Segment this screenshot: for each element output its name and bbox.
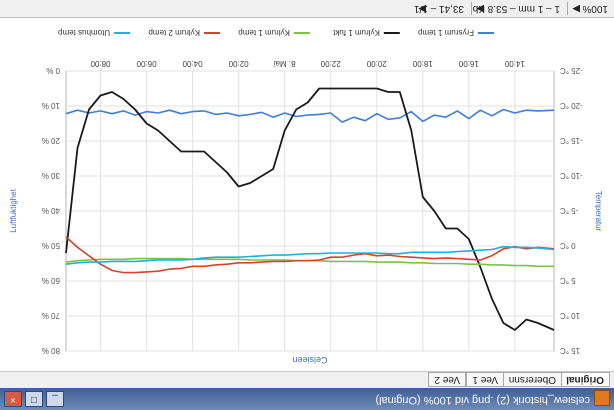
x-tick-label: 14:00 [504, 59, 525, 68]
temperature-chart: -25 °C -20 °C -15 °C -10 °C -5 °C 0 °C 5 °C 10 … [9, 28, 603, 365]
x-tick-label: 06:00 [136, 59, 157, 68]
x-tick-label: 04:00 [182, 59, 203, 68]
y-left-tick-label: -15 °C [560, 136, 583, 145]
y-left-axis-label: Temperatur [594, 191, 603, 232]
legend-entry: Frysrum 1 temp [417, 28, 474, 37]
chart-panel: -25 °C -20 °C -15 °C -10 °C -5 °C 0 °C 5 °C 10 … [0, 17, 614, 372]
x-tick-label: 20:00 [366, 59, 387, 68]
maximize-button[interactable]: □ [25, 391, 43, 407]
y-left-tick-label: -25 °C [560, 66, 583, 75]
legend-entry: Kylrum 1 fukt [332, 28, 379, 37]
y-right-tick-label: 60 % [42, 276, 60, 285]
y-right-tick-label: 50 % [42, 241, 60, 250]
x-tick-label: 8. Mai [274, 59, 296, 68]
image-info: 1 – 1 mm – 53.8 Kb [472, 3, 560, 14]
y-right-tick-label: 30 % [42, 171, 60, 180]
toolbar-divider [567, 2, 568, 15]
y-left-tick-label: -20 °C [560, 101, 583, 110]
x-tick-label: 16:00 [458, 59, 479, 68]
y-right-tick-label: 20 % [42, 136, 60, 145]
title-bar: celsiew_historik (2) .png vid 100% (Orig… [0, 388, 614, 410]
x-tick-label: 08:00 [90, 59, 111, 68]
chart-grid [65, 70, 555, 352]
y-left-tick-label: -10 °C [560, 171, 583, 180]
y-left-tick-label: 5 °C [560, 276, 576, 285]
legend-entry: Kylrum 1 temp [238, 28, 290, 37]
tab-original[interactable]: Original [560, 372, 610, 387]
y-right-axis-label: Luftfuktighet [9, 188, 18, 232]
status-toolbar: 100% ▶ 1 – 1 mm – 53.8 Kb ▶ 33,41 – 1/1 … [0, 0, 614, 18]
dropdown-arrow-icon[interactable]: ▶ [418, 2, 426, 15]
y-right-tick-label: 10 % [42, 101, 60, 110]
view-tabs: Original Oberersnn Vee 1 Vee 2 [0, 371, 614, 388]
dropdown-arrow-icon[interactable]: ▶ [476, 2, 484, 15]
legend-entry: Utomhus temp [58, 28, 111, 37]
x-tick-label: 22:00 [320, 59, 341, 68]
window-title: celsiew_historik (2) .png vid 100% (Orig… [375, 394, 590, 406]
tab-view-2[interactable]: Vee 2 [428, 372, 466, 387]
y-right-tick-label: 80 % [42, 346, 60, 355]
y-left-tick-label: -5 °C [560, 206, 579, 215]
tab-overview[interactable]: Oberersnn [502, 372, 562, 387]
chart-legend: Frysrum 1 temp Kylrum 1 fukt Kylrum 1 temp… [58, 28, 494, 37]
y-right-tick-label: 70 % [42, 311, 60, 320]
app-icon [594, 390, 610, 406]
image-viewer-window: celsiew_historik (2) .png vid 100% (Orig… [0, 0, 614, 410]
x-tick-label: 18:00 [412, 59, 433, 68]
prev-arrow-icon[interactable]: ▶ [572, 2, 580, 15]
window-controls: _ □ × [4, 391, 64, 407]
chart-title: Celsieen [292, 355, 327, 365]
y-left-tick-label: 15 °C [560, 346, 580, 355]
y-right-tick-label: 0 % [46, 66, 60, 75]
toolbar-divider [471, 2, 472, 15]
y-left-tick-label: 10 °C [560, 311, 580, 320]
minimize-button[interactable]: _ [46, 391, 64, 407]
x-tick-label: 02:00 [228, 59, 249, 68]
tab-view-1[interactable]: Vee 1 [466, 372, 504, 387]
zoom-level[interactable]: 100% [582, 2, 608, 15]
y-right-tick-label: 40 % [42, 206, 60, 215]
close-button[interactable]: × [4, 391, 22, 407]
legend-entry: Kylrum 2 temp [148, 28, 200, 37]
y-left-tick-label: 0 °C [560, 241, 576, 250]
